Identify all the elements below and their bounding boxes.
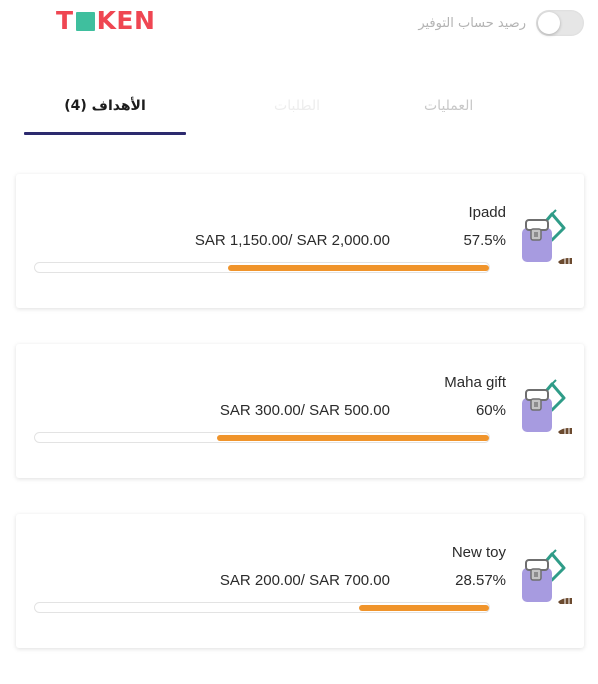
goal-name: New toy [451,544,506,561]
goal-progress-bar [34,432,490,443]
money-jar-icon [522,549,572,604]
goal-amount: SAR 200.00/ SAR 700.00 [219,572,390,589]
goal-progress-fill [216,435,489,441]
money-jar-icon [522,379,572,434]
goal-amount: SAR 1,150.00/ SAR 2,000.00 [194,232,390,249]
logo-letter-t: T [56,6,74,35]
goal-name: Ipadd [468,204,506,221]
goal-name: Maha gift [444,374,506,391]
goals-screen: T KEN رصيد حساب التوفير الأهداف (4) الطل… [0,0,598,648]
goal-progress-bar [34,602,490,613]
goal-progress-bar [34,262,490,273]
logo-letters-ken: KEN [96,6,156,35]
tab-requests[interactable]: الطلبات [216,78,378,134]
goal-card[interactable]: Ipadd 57.5% SAR 1,150.00/ SAR 2,000.00 [16,174,584,308]
tab-bar: الأهداف (4) الطلبات العمليات [24,78,578,136]
goals-list: Ipadd 57.5% SAR 1,150.00/ SAR 2,000.00 M… [16,174,584,684]
goal-card[interactable]: New toy 28.57% SAR 200.00/ SAR 700.00 [16,514,584,648]
savings-balance-toggle[interactable] [536,10,584,36]
goal-card[interactable]: Maha gift 60% SAR 300.00/ SAR 500.00 [16,344,584,478]
token-logo: T KEN [56,8,155,34]
goal-percent: 28.57% [455,572,506,589]
goal-percent: 60% [475,402,506,419]
goal-amount: SAR 300.00/ SAR 500.00 [219,402,390,419]
tab-operations[interactable]: العمليات [424,78,578,134]
goal-progress-fill [359,605,489,611]
savings-balance-label: رصيد حساب التوفير [418,15,526,31]
money-jar-icon [522,209,572,264]
goal-progress-fill [227,265,489,271]
savings-balance-toggle-group: رصيد حساب التوفير [418,8,584,38]
active-tab-indicator [24,132,186,135]
logo-square-icon [75,11,95,31]
goal-percent: 57.5% [463,232,506,249]
tab-goals[interactable]: الأهداف (4) [24,78,186,134]
toggle-knob [538,12,560,34]
